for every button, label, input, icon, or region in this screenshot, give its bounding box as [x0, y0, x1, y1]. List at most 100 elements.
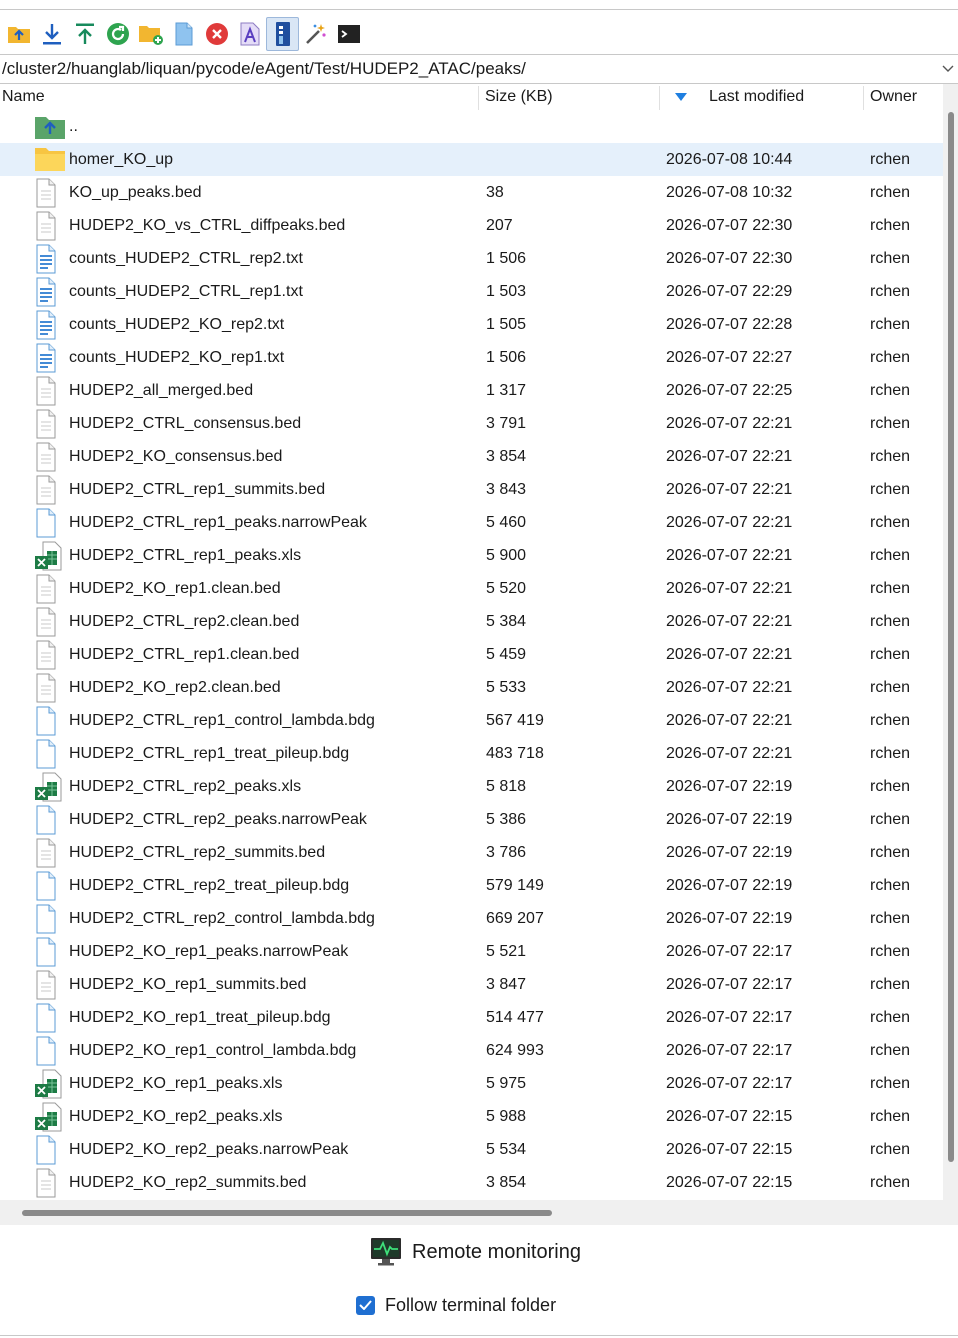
- vertical-scrollbar[interactable]: [943, 84, 958, 1200]
- file-row[interactable]: HUDEP2_KO_rep2_summits.bed 3 854 2026-07-0…: [0, 1166, 943, 1199]
- file-icon: [34, 211, 66, 241]
- file-name: counts_HUDEP2_KO_rep1.txt: [69, 349, 285, 366]
- new-file-button[interactable]: [167, 17, 200, 51]
- file-name: HUDEP2_KO_rep2.clean.bed: [69, 679, 281, 696]
- refresh-button[interactable]: [101, 17, 134, 51]
- file-size: 5 460: [486, 514, 527, 531]
- file-modified: 2026-07-07 22:21: [666, 679, 793, 696]
- file-row[interactable]: HUDEP2_KO_rep1_peaks.narrowPeak 5 521 2026…: [0, 935, 943, 968]
- file-owner: rchen: [870, 1042, 911, 1059]
- file-size: 38: [486, 184, 504, 201]
- column-header: Name Size (KB) Last modified Owner: [0, 84, 943, 110]
- file-row[interactable]: HUDEP2_KO_rep1.clean.bed 5 520 2026-07-07 …: [0, 572, 943, 605]
- column-owner[interactable]: Owner: [868, 84, 943, 110]
- file-row[interactable]: HUDEP2_CTRL_rep2_summits.bed 3 786 2026-07…: [0, 836, 943, 869]
- file-row[interactable]: HUDEP2_KO_rep1_summits.bed 3 847 2026-07-0…: [0, 968, 943, 1001]
- file-row[interactable]: counts_HUDEP2_KO_rep2.txt 1 505 2026-07-07…: [0, 308, 943, 341]
- file-row[interactable]: counts_HUDEP2_KO_rep1.txt 1 506 2026-07-07…: [0, 341, 943, 374]
- file-row[interactable]: HUDEP2_CTRL_rep1.clean.bed 5 459 2026-07-0…: [0, 638, 943, 671]
- path-dropdown-button[interactable]: [938, 65, 958, 73]
- parent-directory-row[interactable]: ..: [0, 110, 943, 143]
- file-row[interactable]: counts_HUDEP2_CTRL_rep1.txt 1 503 2026-07-…: [0, 275, 943, 308]
- file-name: HUDEP2_CTRL_rep1_treat_pileup.bdg: [69, 745, 350, 762]
- terminal-icon: [337, 25, 360, 43]
- column-last-modified[interactable]: Last modified: [707, 84, 862, 110]
- file-name: HUDEP2_CTRL_rep1_control_lambda.bdg: [69, 712, 375, 729]
- file-row[interactable]: HUDEP2_KO_rep2_peaks.narrowPeak 5 534 2026…: [0, 1133, 943, 1166]
- file-modified: 2026-07-07 22:30: [666, 217, 793, 234]
- file-owner: rchen: [870, 349, 911, 366]
- file-row[interactable]: HUDEP2_CTRL_rep2.clean.bed 5 384 2026-07-0…: [0, 605, 943, 638]
- excel-file-icon: [34, 1069, 66, 1099]
- top-divider: [0, 9, 958, 10]
- path-bar[interactable]: /cluster2/huanglab/liquan/pycode/eAgent/…: [0, 54, 958, 84]
- file-name: HUDEP2_KO_rep1_summits.bed: [69, 976, 307, 993]
- file-icon: [34, 442, 66, 472]
- remote-monitoring-button[interactable]: Remote monitoring: [370, 1237, 581, 1267]
- column-divider[interactable]: [863, 86, 864, 110]
- file-name: homer_KO_up: [69, 151, 174, 168]
- file-row[interactable]: KO_up_peaks.bed 38 2026-07-08 10:32 rchen: [0, 176, 943, 209]
- file-owner: rchen: [870, 382, 911, 399]
- file-modified: 2026-07-07 22:21: [666, 448, 793, 465]
- file-name: HUDEP2_CTRL_rep2_control_lambda.bdg: [69, 910, 375, 927]
- file-row[interactable]: HUDEP2_CTRL_rep1_control_lambda.bdg 567 4…: [0, 704, 943, 737]
- file-size: 3 847: [486, 976, 527, 993]
- download-button[interactable]: [35, 17, 68, 51]
- path-input[interactable]: /cluster2/huanglab/liquan/pycode/eAgent/…: [0, 59, 938, 79]
- file-row[interactable]: HUDEP2_KO_rep2.clean.bed 5 533 2026-07-07 …: [0, 671, 943, 704]
- column-divider[interactable]: [478, 86, 479, 110]
- file-row[interactable]: HUDEP2_CTRL_rep2_peaks.narrowPeak 5 386 20…: [0, 803, 943, 836]
- file-row[interactable]: HUDEP2_CTRL_rep2_peaks.xls 5 818 2026-07-0…: [0, 770, 943, 803]
- file-icon: [34, 607, 66, 637]
- file-row[interactable]: HUDEP2_CTRL_rep2_treat_pileup.bdg 579 149…: [0, 869, 943, 902]
- folder-icon: [34, 145, 66, 175]
- file-size: 5 533: [486, 679, 527, 696]
- magic-wand-icon: [305, 24, 326, 44]
- magic-wand-button[interactable]: [299, 17, 332, 51]
- properties-button[interactable]: [266, 17, 299, 51]
- file-row[interactable]: homer_KO_up 2026-07-08 10:44 rchen: [0, 143, 943, 176]
- upload-button[interactable]: [68, 17, 101, 51]
- file-row[interactable]: HUDEP2_CTRL_consensus.bed 3 791 2026-07-07…: [0, 407, 943, 440]
- file-owner: rchen: [870, 778, 911, 795]
- column-divider[interactable]: [659, 86, 660, 110]
- file-row[interactable]: HUDEP2_CTRL_rep1_peaks.narrowPeak 5 460 20…: [0, 506, 943, 539]
- file-row[interactable]: HUDEP2_KO_rep2_peaks.xls 5 988 2026-07-07 …: [0, 1100, 943, 1133]
- horizontal-scroll-thumb[interactable]: [22, 1210, 552, 1216]
- terminal-button[interactable]: [332, 17, 365, 51]
- parent-folder-icon: [7, 27, 30, 43]
- file-modified: 2026-07-07 22:28: [666, 316, 793, 333]
- column-name[interactable]: Name: [0, 84, 478, 110]
- file-row[interactable]: HUDEP2_all_merged.bed 1 317 2026-07-07 22:…: [0, 374, 943, 407]
- file-row[interactable]: HUDEP2_KO_rep1_peaks.xls 5 975 2026-07-07 …: [0, 1067, 943, 1100]
- file-row[interactable]: HUDEP2_KO_rep1_control_lambda.bdg 624 993…: [0, 1034, 943, 1067]
- file-row[interactable]: HUDEP2_KO_consensus.bed 3 854 2026-07-07 2…: [0, 440, 943, 473]
- file-row[interactable]: HUDEP2_KO_vs_CTRL_diffpeaks.bed 207 2026-0…: [0, 209, 943, 242]
- rename-button[interactable]: [233, 17, 266, 51]
- column-size[interactable]: Size (KB): [483, 84, 658, 110]
- new-folder-button[interactable]: [134, 17, 167, 51]
- file-row[interactable]: HUDEP2_KO_rep1_treat_pileup.bdg 514 477 20…: [0, 1001, 943, 1034]
- follow-terminal-toggle[interactable]: Follow terminal folder: [356, 1293, 556, 1317]
- excel-file-icon: [34, 541, 66, 571]
- file-row[interactable]: HUDEP2_CTRL_rep1_treat_pileup.bdg 483 718…: [0, 737, 943, 770]
- file-owner: rchen: [870, 679, 911, 696]
- file-name: counts_HUDEP2_KO_rep2.txt: [69, 316, 285, 333]
- file-owner: rchen: [870, 745, 911, 762]
- file-owner: rchen: [870, 184, 911, 201]
- file-name: HUDEP2_KO_rep1_peaks.xls: [69, 1075, 283, 1092]
- file-row[interactable]: HUDEP2_CTRL_rep1_summits.bed 3 843 2026-07…: [0, 473, 943, 506]
- vertical-scroll-thumb[interactable]: [948, 112, 954, 1162]
- file-row[interactable]: HUDEP2_CTRL_rep1_peaks.xls 5 900 2026-07-0…: [0, 539, 943, 572]
- follow-terminal-checkbox[interactable]: [356, 1295, 375, 1315]
- file-size: 1 505: [486, 316, 527, 333]
- blank-file-icon: [34, 871, 66, 901]
- file-row[interactable]: HUDEP2_CTRL_rep2_control_lambda.bdg 669 2…: [0, 902, 943, 935]
- delete-button[interactable]: [200, 17, 233, 51]
- parent-folder-button[interactable]: [2, 17, 35, 51]
- file-row[interactable]: counts_HUDEP2_CTRL_rep2.txt 1 506 2026-07-…: [0, 242, 943, 275]
- horizontal-scrollbar[interactable]: [0, 1200, 958, 1225]
- file-name: HUDEP2_KO_rep1.clean.bed: [69, 580, 281, 597]
- file-list[interactable]: .. homer_KO_up 2026-07-08 10:44 rchen KO_up_…: [0, 110, 943, 1200]
